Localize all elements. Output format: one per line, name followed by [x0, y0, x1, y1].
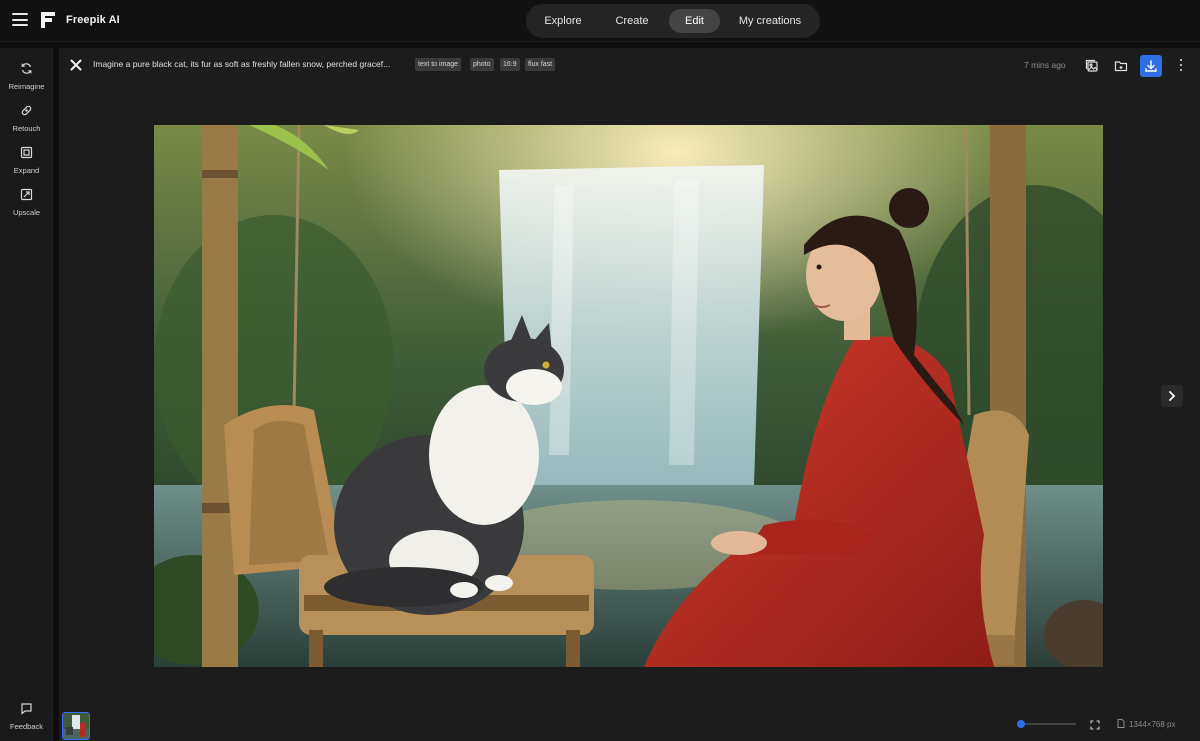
- zoom-slider[interactable]: [1017, 718, 1077, 730]
- zoom-slider-track: [1021, 723, 1076, 725]
- expand-icon: [20, 146, 33, 159]
- upscale-icon: [20, 188, 33, 201]
- copy-image-button[interactable]: [1081, 55, 1103, 77]
- editor-panel: Imagine a pure black cat, its fur as sof…: [59, 48, 1200, 741]
- image-copy-icon: [1085, 59, 1098, 72]
- refresh-icon: [21, 63, 32, 74]
- top-bar: Freepik AI Explore Create Edit My creati…: [0, 0, 1200, 42]
- image-dimensions: 1344×768 px: [1117, 719, 1176, 729]
- feedback-button[interactable]: Feedback: [0, 698, 53, 738]
- file-icon: [1117, 719, 1125, 728]
- hamburger-menu-icon[interactable]: [12, 13, 28, 27]
- close-icon[interactable]: [69, 58, 83, 72]
- folder-add-icon: [1114, 61, 1128, 72]
- chat-bubble-icon: [21, 703, 32, 715]
- sidebar-item-label: Reimagine: [8, 82, 45, 91]
- sidebar-item-upscale[interactable]: Upscale: [0, 184, 53, 224]
- sidebar-item-expand[interactable]: Expand: [0, 142, 53, 182]
- sidebar-item-retouch[interactable]: Retouch: [0, 100, 53, 140]
- main-nav: Explore Create Edit My creations: [526, 4, 820, 38]
- chevron-right-icon: [1169, 391, 1176, 401]
- download-icon: [1145, 60, 1157, 72]
- save-to-folder-button[interactable]: [1110, 55, 1132, 77]
- more-options-icon[interactable]: [1176, 56, 1186, 76]
- tab-create[interactable]: Create: [602, 9, 662, 33]
- zoom-slider-handle[interactable]: [1017, 720, 1025, 728]
- tab-edit[interactable]: Edit: [669, 9, 720, 33]
- sidebar-item-label: Retouch: [12, 124, 41, 133]
- generated-image: [154, 125, 1103, 667]
- feedback-label: Feedback: [10, 722, 43, 731]
- prompt-text: Imagine a pure black cat, its fur as sof…: [93, 59, 391, 69]
- tag-aspect-ratio: 16:9: [500, 58, 520, 71]
- timestamp: 7 mins ago: [1024, 60, 1066, 70]
- tag-text-to-image: text to image: [415, 58, 462, 71]
- sidebar-item-reimagine[interactable]: Reimagine: [0, 58, 53, 98]
- sidebar-item-label: Expand: [13, 166, 40, 175]
- freepik-logo-icon[interactable]: [41, 12, 55, 28]
- brand-name: Freepik AI: [66, 14, 120, 26]
- fullscreen-icon[interactable]: [1090, 720, 1100, 730]
- next-image-button[interactable]: [1161, 385, 1183, 407]
- bandage-icon: [21, 105, 32, 116]
- download-button[interactable]: [1140, 55, 1162, 77]
- tag-photo: photo: [470, 58, 494, 71]
- tag-model: flux fast: [525, 58, 556, 71]
- image-thumbnail[interactable]: [62, 712, 90, 740]
- image-dimensions-text: 1344×768 px: [1129, 720, 1176, 729]
- tools-sidebar: Reimagine Retouch Expand Upscale Feedbac…: [0, 48, 53, 741]
- tab-my-creations[interactable]: My creations: [730, 9, 810, 33]
- tab-explore[interactable]: Explore: [534, 9, 592, 33]
- sidebar-item-label: Upscale: [12, 208, 41, 217]
